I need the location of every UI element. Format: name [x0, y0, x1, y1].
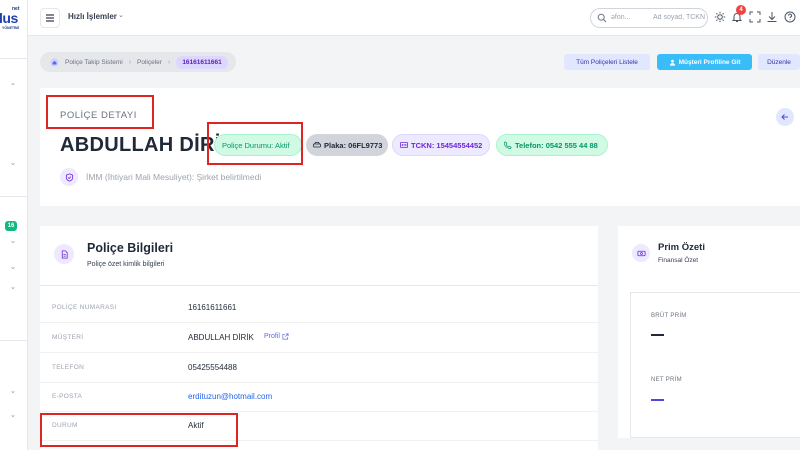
info-row-label: MÜŞTERİ — [52, 334, 84, 341]
tckn-badge: TCKN: 15454554452 — [392, 134, 490, 156]
id-card-icon — [400, 142, 408, 148]
sidebar-divider — [0, 196, 28, 197]
info-row-phone: TELEFON 05425554488 — [40, 354, 598, 383]
info-row-label: POLİÇE NUMARASI — [52, 304, 117, 311]
menu-toggle-button[interactable] — [40, 8, 60, 28]
breadcrumb-item[interactable]: Poliçeler — [137, 59, 162, 66]
chevron-down-icon[interactable]: ⌄ — [8, 158, 18, 168]
info-row-label: DURUM — [52, 422, 78, 429]
imm-info: İMM (İhtiyari Mali Mesuliyet): Şirket be… — [60, 168, 261, 186]
breadcrumb: Poliçe Takip Sistemi › Poliçeler › 16161… — [40, 52, 236, 72]
net-premium-empty-value — [651, 399, 664, 401]
info-row-email: E-POSTA erdituzun@hotmail.com — [40, 383, 598, 412]
info-row-value: Aktif — [188, 421, 204, 430]
chevron-up-icon[interactable]: ⌃ — [8, 82, 18, 92]
user-icon — [669, 59, 675, 66]
chevron-down-icon[interactable]: ⌄ — [118, 11, 124, 19]
sidebar-divider — [0, 58, 28, 59]
imm-text: İMM (İhtiyari Mali Mesuliyet): Şirket be… — [86, 172, 262, 182]
search-placeholder-left: əfon... — [611, 14, 631, 21]
premium-summary-card: Prim Özeti Finansal Özet BRÜT PRİM NET P… — [618, 226, 800, 438]
info-row-policy-number: POLİÇE NUMARASI 16161611661 — [40, 294, 598, 323]
info-row-label: E-POSTA — [52, 393, 83, 400]
chevron-down-icon[interactable]: ⌄ — [8, 262, 18, 272]
left-sidebar: net lus YÖNETİMİ ⌃ ⌄ 16 ⌄ ⌄ ⌄ ⌄ ⌄ — [0, 0, 28, 450]
chevron-down-icon[interactable]: ⌄ — [8, 386, 18, 396]
tckn-text: TCKN: 15454554452 — [411, 140, 483, 150]
customer-name: ABDULLAH DİRİK — [60, 134, 236, 156]
arrow-left-icon — [781, 114, 788, 120]
chevron-down-icon[interactable]: ⌄ — [8, 282, 18, 292]
info-row-status: DURUM Aktif — [40, 412, 598, 441]
premium-subtitle: Finansal Özet — [658, 257, 699, 264]
policy-info-header: Poliçe Bilgileri Poliçe özet kimlik bilg… — [40, 226, 598, 286]
info-row-customer: MÜŞTERİ ABDULLAH DİRİK Profil — [40, 324, 598, 353]
top-bar: Hızlı İşlemler ⌄ əfon... Ad soyad, TCKN … — [28, 0, 800, 36]
money-icon — [632, 244, 650, 262]
breadcrumb-current: 16161611661 — [176, 55, 228, 69]
premium-title: Prim Özeti — [658, 242, 705, 253]
policy-info-card: Poliçe Bilgileri Poliçe özet kimlik bilg… — [40, 226, 598, 450]
fullscreen-icon[interactable] — [749, 11, 761, 23]
email-link[interactable]: erdituzun@hotmail.com — [188, 392, 272, 401]
logo-main: lus — [0, 10, 18, 26]
sidebar-divider — [0, 340, 28, 341]
chevron-right-icon: › — [128, 58, 132, 66]
sidebar-count-badge: 16 — [5, 221, 17, 231]
plate-badge: Plaka: 06FL9773 — [306, 134, 388, 156]
search-icon — [597, 13, 607, 23]
logo-sub: YÖNETİMİ — [2, 26, 19, 30]
sun-icon[interactable] — [714, 11, 726, 23]
policy-detail-header: POLİÇE DETAYI ABDULLAH DİRİK Poliçe Duru… — [40, 88, 800, 206]
back-button[interactable] — [776, 108, 794, 126]
profile-link-label: Profil — [264, 333, 280, 340]
search-placeholder-right: Ad soyad, TCKN — [653, 14, 706, 21]
document-icon — [54, 244, 74, 264]
car-icon — [313, 142, 321, 148]
premium-values-box: BRÜT PRİM NET PRİM — [630, 292, 800, 438]
policy-info-subtitle: Poliçe özet kimlik bilgileri — [87, 261, 165, 268]
chevron-down-icon[interactable]: ⌄ — [8, 410, 18, 420]
hamburger-icon — [46, 14, 54, 22]
home-icon — [50, 57, 59, 67]
edit-button[interactable]: Düzenle — [758, 54, 800, 70]
breadcrumb-item[interactable]: Poliçe Takip Sistemi — [65, 59, 123, 66]
phone-text: Telefon: 0542 555 44 88 — [515, 140, 598, 150]
plate-text: Plaka: 06FL9773 — [324, 140, 383, 150]
breadcrumb-row: Poliçe Takip Sistemi › Poliçeler › 16161… — [40, 52, 800, 74]
list-all-policies-button[interactable]: Tüm Poliçeleri Listele — [564, 54, 650, 70]
gross-premium-label: BRÜT PRİM — [651, 313, 687, 319]
gross-premium-empty-value — [651, 334, 664, 336]
search-input[interactable]: əfon... Ad soyad, TCKN — [590, 8, 708, 28]
go-to-profile-label: Müşteri Profiline Git — [678, 58, 741, 66]
info-row-value: 16161611661 — [188, 303, 237, 312]
chevron-right-icon: › — [167, 58, 171, 66]
info-row-value: 05425554488 — [188, 363, 237, 372]
shield-icon — [60, 168, 78, 186]
go-to-profile-button[interactable]: Müşteri Profiline Git — [657, 54, 752, 70]
profile-link[interactable]: Profil — [264, 333, 289, 340]
section-label: POLİÇE DETAYI — [60, 110, 137, 121]
notification-badge: 4 — [736, 5, 746, 15]
app-logo[interactable]: net lus YÖNETİMİ — [0, 4, 28, 34]
policy-status-badge: Poliçe Durumu: Aktif — [214, 134, 302, 156]
download-icon[interactable] — [766, 11, 778, 23]
policy-info-title: Poliçe Bilgileri — [87, 241, 174, 255]
external-link-icon — [282, 333, 289, 340]
info-row-label: TELEFON — [52, 364, 85, 371]
chevron-down-icon[interactable]: ⌄ — [8, 236, 18, 246]
info-row-value: ABDULLAH DİRİK — [188, 333, 254, 342]
phone-badge[interactable]: Telefon: 0542 555 44 88 — [496, 134, 608, 156]
phone-icon — [504, 141, 512, 149]
help-icon[interactable] — [784, 11, 796, 23]
quick-actions-menu[interactable]: Hızlı İşlemler — [68, 12, 117, 21]
net-premium-label: NET PRİM — [651, 377, 682, 383]
